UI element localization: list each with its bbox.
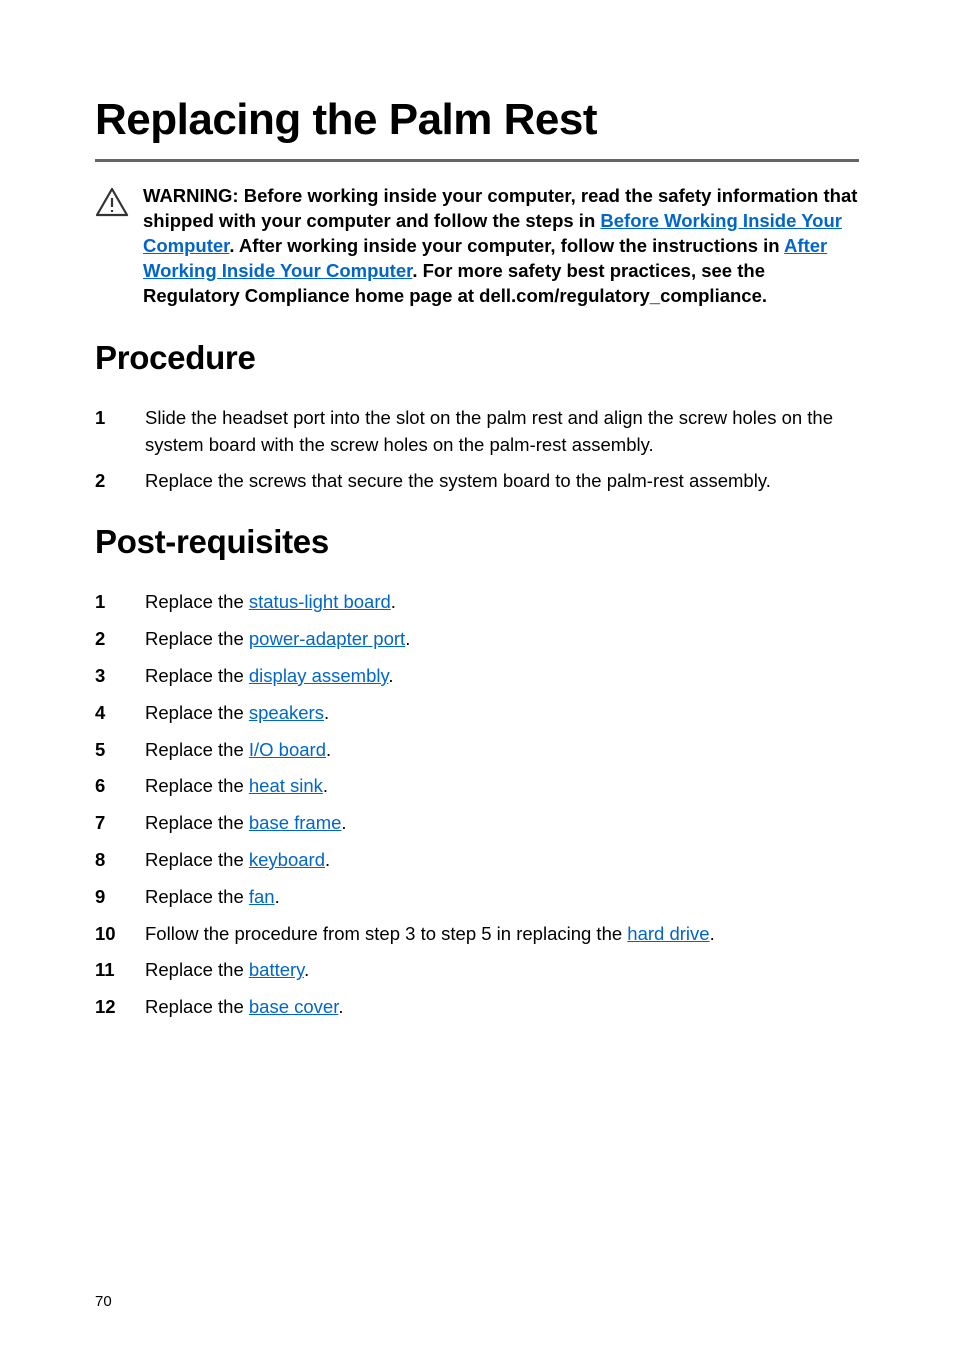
- link-hard-drive[interactable]: hard drive: [627, 923, 709, 944]
- link-heat-sink[interactable]: heat sink: [249, 775, 323, 796]
- item-text: Replace the speakers.: [145, 700, 859, 727]
- item-number: 11: [95, 957, 121, 984]
- item-text: Replace the base cover.: [145, 994, 859, 1021]
- item-number: 8: [95, 847, 121, 874]
- post-requisites-heading: Post-requisites: [95, 523, 859, 561]
- post-requisites-list: 1 Replace the status-light board. 2 Repl…: [95, 589, 859, 1021]
- warning-triangle-icon: [95, 187, 129, 217]
- list-item: 9 Replace the fan.: [95, 884, 859, 911]
- link-battery[interactable]: battery: [249, 959, 304, 980]
- link-io-board[interactable]: I/O board: [249, 739, 326, 760]
- item-number: 3: [95, 663, 121, 690]
- link-base-frame[interactable]: base frame: [249, 812, 342, 833]
- list-item: 2 Replace the screws that secure the sys…: [95, 468, 859, 495]
- item-number: 10: [95, 921, 121, 948]
- item-text: Replace the fan.: [145, 884, 859, 911]
- item-number: 5: [95, 737, 121, 764]
- list-item: 5 Replace the I/O board.: [95, 737, 859, 764]
- item-text: Slide the headset port into the slot on …: [145, 405, 859, 459]
- list-item: 4 Replace the speakers.: [95, 700, 859, 727]
- list-item: 10 Follow the procedure from step 3 to s…: [95, 921, 859, 948]
- item-number: 9: [95, 884, 121, 911]
- item-number: 7: [95, 810, 121, 837]
- link-status-light-board[interactable]: status-light board: [249, 591, 391, 612]
- item-text: Replace the base frame.: [145, 810, 859, 837]
- item-number: 2: [95, 626, 121, 653]
- list-item: 7 Replace the base frame.: [95, 810, 859, 837]
- link-display-assembly[interactable]: display assembly: [249, 665, 389, 686]
- warning-text: WARNING: Before working inside your comp…: [143, 184, 859, 309]
- list-item: 2 Replace the power-adapter port.: [95, 626, 859, 653]
- link-power-adapter-port[interactable]: power-adapter port: [249, 628, 405, 649]
- link-base-cover[interactable]: base cover: [249, 996, 338, 1017]
- item-text: Replace the power-adapter port.: [145, 626, 859, 653]
- item-text: Replace the I/O board.: [145, 737, 859, 764]
- item-number: 1: [95, 405, 121, 459]
- page-number: 70: [95, 1293, 112, 1310]
- item-number: 12: [95, 994, 121, 1021]
- link-speakers[interactable]: speakers: [249, 702, 324, 723]
- item-number: 6: [95, 773, 121, 800]
- page-title: Replacing the Palm Rest: [95, 95, 859, 162]
- item-text: Replace the keyboard.: [145, 847, 859, 874]
- item-text: Replace the display assembly.: [145, 663, 859, 690]
- item-text: Replace the battery.: [145, 957, 859, 984]
- link-keyboard[interactable]: keyboard: [249, 849, 325, 870]
- item-text: Replace the status-light board.: [145, 589, 859, 616]
- procedure-list: 1 Slide the headset port into the slot o…: [95, 405, 859, 495]
- document-page: Replacing the Palm Rest WARNING: Before …: [0, 0, 954, 1021]
- list-item: 3 Replace the display assembly.: [95, 663, 859, 690]
- list-item: 11 Replace the battery.: [95, 957, 859, 984]
- item-number: 1: [95, 589, 121, 616]
- list-item: 6 Replace the heat sink.: [95, 773, 859, 800]
- procedure-heading: Procedure: [95, 339, 859, 377]
- warning-mid1: . After working inside your computer, fo…: [229, 235, 784, 256]
- link-fan[interactable]: fan: [249, 886, 275, 907]
- item-text: Replace the screws that secure the syste…: [145, 468, 859, 495]
- item-number: 2: [95, 468, 121, 495]
- list-item: 1 Slide the headset port into the slot o…: [95, 405, 859, 459]
- item-text: Follow the procedure from step 3 to step…: [145, 921, 859, 948]
- item-text: Replace the heat sink.: [145, 773, 859, 800]
- warning-block: WARNING: Before working inside your comp…: [95, 184, 859, 309]
- list-item: 12 Replace the base cover.: [95, 994, 859, 1021]
- list-item: 1 Replace the status-light board.: [95, 589, 859, 616]
- list-item: 8 Replace the keyboard.: [95, 847, 859, 874]
- item-number: 4: [95, 700, 121, 727]
